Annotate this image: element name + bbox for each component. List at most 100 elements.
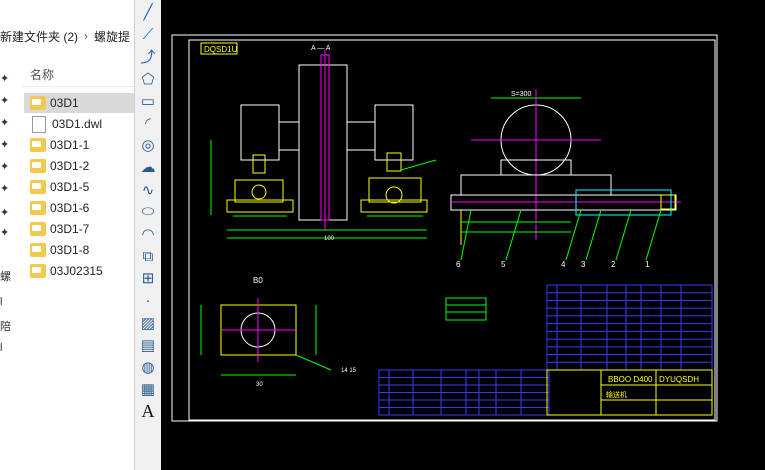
insert-block-icon[interactable]: ⧉ [138,246,158,266]
gradient-icon[interactable]: ▤ [138,335,158,355]
shaft-housing [298,64,348,221]
leader-line [615,209,632,261]
dwg-file-icon [30,264,46,278]
file-name: 03D1-6 [50,201,90,215]
pin-icon[interactable]: ✦ [0,206,9,219]
title-spec-text: BBOO D400 [608,375,653,384]
parts-list-rules [547,285,712,370]
arc-icon[interactable]: ◜ [138,113,158,133]
text-tool-label: A [141,401,155,422]
file-name: 03D1-1 [50,138,90,152]
nav-item-label[interactable]: l [0,342,2,354]
pin-icon[interactable]: ✦ [0,160,9,173]
leader-line [505,209,522,261]
multiline-text-icon[interactable]: A [138,401,158,422]
dwg-file-icon [30,96,46,110]
file-list-item[interactable]: 03D1 [24,93,134,113]
balloon-number: 6 [456,260,461,269]
note-table [445,297,487,321]
file-name: 03D1.dwl [52,117,103,131]
file-list-item[interactable]: 03D1-8 [24,240,134,260]
name-column-header[interactable]: 名称 [30,66,54,83]
file-list-item[interactable]: 03J02315 [24,261,134,281]
make-block-icon[interactable]: ⊞ [138,268,158,288]
ellipse-arc-icon[interactable]: ◠ [138,224,158,244]
sheet-outer-frame [171,34,718,422]
line-icon[interactable]: ╱ [138,2,158,22]
leader-line [565,209,582,261]
polyline-icon[interactable]: ⤴ [138,46,158,66]
file-list-item[interactable]: 03D1-7 [24,219,134,239]
bolt-head-right [386,152,402,172]
balloon-number: 5 [501,260,506,269]
dwg-file-icon [30,201,46,215]
dwg-file-icon [30,159,46,173]
pin-icon[interactable]: ✦ [0,116,9,129]
point-icon[interactable]: · [138,291,158,311]
quick-access-nav: ✦ ✦ ✦ ✦ ✦ ✦ ✦ ✦ 螺 l 陪 l [0,60,12,470]
balloon-number: 3 [581,260,586,269]
pin-icon[interactable]: ✦ [0,138,9,151]
bearing-bolt-left [251,184,267,200]
table-icon[interactable]: ▦ [138,379,158,399]
support-left [240,104,280,161]
parts-list-table [546,284,713,371]
hub-left [278,121,300,151]
breadcrumb-separator: › [84,29,89,43]
pin-icon[interactable]: ✦ [0,94,9,107]
file-icon [32,115,46,133]
circle-icon[interactable]: ◎ [138,135,158,155]
title-code-text: DYUQSDH [659,375,699,384]
pin-icon[interactable]: ✦ [0,226,9,239]
nav-item-label[interactable]: 陪 [0,318,11,334]
pin-icon[interactable]: ✦ [0,72,9,85]
hatch-icon[interactable]: ▨ [138,313,158,333]
dim-30-text: 30 [256,382,263,388]
header-divider [22,86,134,87]
title-name-text: 输送机 [606,390,627,399]
file-name: 03D1-5 [50,180,90,194]
dim-14-text: 14 15 [341,368,357,374]
pin-icon[interactable]: ✦ [0,182,9,195]
bearing-seat-right [368,177,422,203]
ellipse-icon[interactable]: ⬭ [138,202,158,222]
drawing-canvas[interactable]: DQSD1U A — A S=300 B0 100 30 14 15 BBOO … [161,0,765,470]
file-name: 03J02315 [50,264,103,278]
region-icon[interactable]: ◍ [138,357,158,377]
leader-line [585,209,602,261]
cad-drawing: DQSD1U A — A S=300 B0 100 30 14 15 BBOO … [171,34,718,422]
bearing-bolt-right [385,186,403,204]
breadcrumb: 新建文件夹 (2) › 螺旋提 [0,22,130,50]
balloon-number: 2 [611,260,616,269]
dwg-file-icon [30,222,46,236]
file-list-item[interactable]: 03D1-2 [24,156,134,176]
nav-item-label[interactable]: l [0,296,2,308]
leader-line [295,354,332,371]
dwg-file-icon [30,138,46,152]
file-explorer-pane: 新建文件夹 (2) › 螺旋提 ✦ ✦ ✦ ✦ ✦ ✦ ✦ ✦ 螺 l 陪 l … [0,0,134,470]
hub-right [346,121,376,151]
view-b-label: B0 [253,276,263,285]
breadcrumb-item-folder[interactable]: 新建文件夹 (2) [0,28,78,45]
nav-item-label[interactable]: 螺 [0,268,11,284]
file-name: 03D1 [50,96,79,110]
construction-line-icon[interactable]: ⟋ [138,24,158,44]
dim-100-text: 100 [324,236,335,242]
file-list-item[interactable]: 03D1-6 [24,198,134,218]
dwg-file-icon [30,243,46,257]
drawing-code-text: DQSD1U [204,45,238,54]
support-right [374,104,414,161]
file-list-item[interactable]: 03D1-5 [24,177,134,197]
balloon-number: 4 [561,260,566,269]
rectangle-icon[interactable]: ▭ [138,91,158,111]
revision-cloud-icon[interactable]: ☁ [138,157,158,177]
leader-line [645,209,662,261]
spline-icon[interactable]: ∿ [138,180,158,200]
file-list-item[interactable]: 03D1.dwl [24,114,134,134]
balloon-number: 1 [645,260,650,269]
file-list-item[interactable]: 03D1-1 [24,135,134,155]
leader-line [400,159,437,171]
file-name: 03D1-2 [50,159,90,173]
breadcrumb-item-current[interactable]: 螺旋提 [94,28,130,45]
polygon-icon[interactable]: ⬠ [138,69,158,89]
